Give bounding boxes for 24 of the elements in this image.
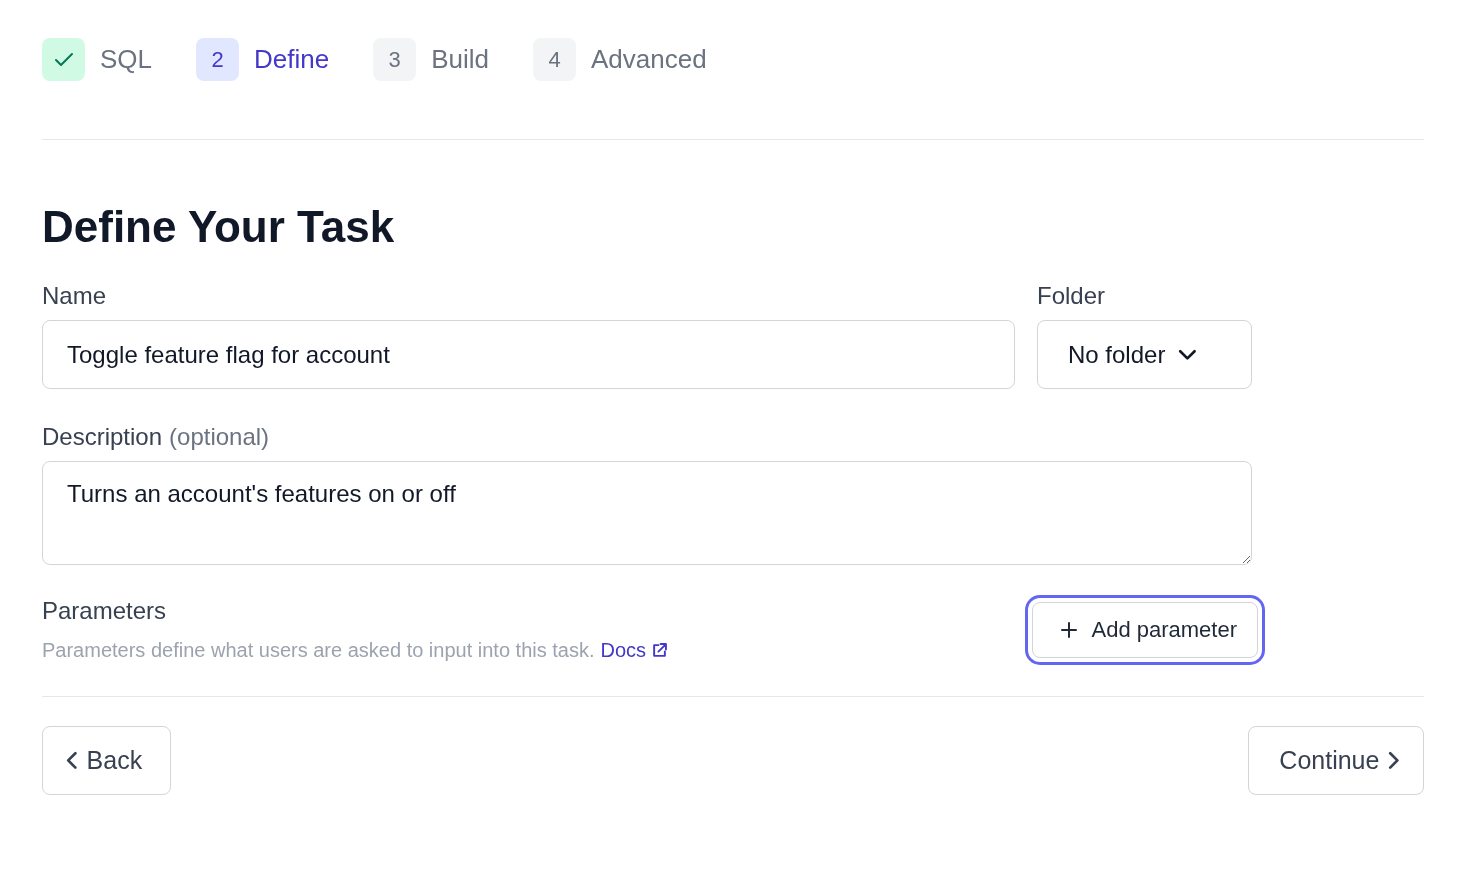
section-description: Parameters define what users are asked to input into this task. Docs — [42, 639, 668, 662]
continue-button[interactable]: Continue — [1248, 726, 1424, 795]
external-link-icon — [652, 643, 668, 658]
step-tab[interactable]: Define — [254, 44, 330, 75]
section-title: Parameters — [42, 597, 168, 625]
step-badge: 3 — [373, 38, 417, 81]
field-label: Folder — [1037, 282, 1107, 310]
field-label: Description — [42, 423, 163, 451]
back-button[interactable]: Back — [42, 726, 172, 795]
optional-hint: (optional) — [169, 423, 270, 451]
step-tab[interactable]: Build — [431, 44, 489, 75]
name-input[interactable]: Toggle feature flag for account — [42, 320, 1015, 389]
description-textarea[interactable]: Turns an account's features on or off — [42, 461, 1252, 565]
step-badge: 4 — [533, 38, 576, 81]
step-badge: 2 — [196, 38, 240, 81]
chevron-left-icon — [67, 752, 77, 769]
docs-link[interactable]: Docs — [600, 639, 668, 662]
chevron-right-icon — [1389, 752, 1399, 769]
step-tab[interactable]: Advanced — [591, 44, 707, 75]
chevron-down-icon — [1179, 349, 1197, 360]
step-tab[interactable]: SQL — [100, 44, 153, 75]
field-label: Name — [42, 282, 108, 310]
folder-select[interactable]: No folder — [1037, 320, 1252, 389]
page-title: Define Your Task — [42, 202, 396, 252]
